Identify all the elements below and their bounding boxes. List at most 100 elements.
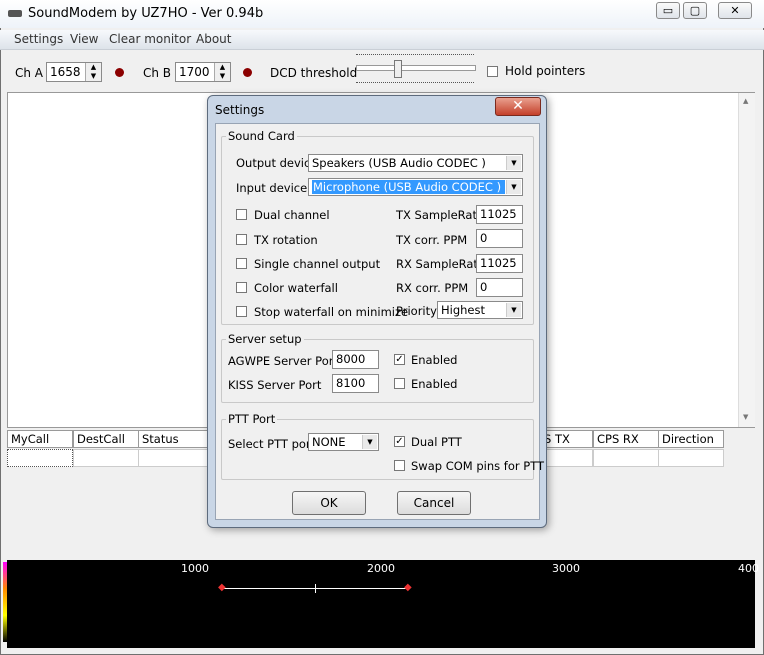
spinner-arrows-icon[interactable]: ▲ ▼ <box>85 63 101 81</box>
kiss-port-field[interactable]: 8100 <box>332 374 379 393</box>
dcd-threshold-label: DCD threshold <box>270 66 358 80</box>
agwpe-port-field[interactable]: 8000 <box>332 350 379 369</box>
dropdown-arrow-icon[interactable]: ▼ <box>506 156 521 170</box>
output-device-value: Speakers (USB Audio CODEC ) <box>312 156 486 170</box>
tick-4000: 400 <box>738 562 759 575</box>
table-cell[interactable] <box>73 449 139 467</box>
ptt-port-value: NONE <box>312 435 346 449</box>
app-icon <box>8 10 22 17</box>
monitor-scrollbar[interactable]: ▲ ▼ <box>738 93 755 427</box>
column-direction[interactable]: Direction <box>658 430 724 448</box>
rx-samplerate-label: RX SampleRate <box>396 257 486 271</box>
dropdown-arrow-icon[interactable]: ▼ <box>506 303 521 317</box>
cha-frequency-value: 1658 <box>50 65 81 79</box>
ptt-port-select[interactable]: NONE ▼ <box>308 433 379 451</box>
tx-corr-value: 0 <box>480 231 488 245</box>
column-status[interactable]: Status <box>138 430 208 448</box>
dialog-close-button[interactable]: ✕ <box>495 97 541 116</box>
tx-corr-field[interactable]: 0 <box>476 229 523 248</box>
priority-value: Highest <box>441 303 486 317</box>
stop-waterfall-checkbox[interactable] <box>236 306 247 317</box>
chb-frequency-spinner[interactable]: 1700 ▲ ▼ <box>175 62 231 82</box>
chb-marker-icon[interactable]: ◆ <box>404 582 412 594</box>
dual-ptt-label: Dual PTT <box>411 435 462 449</box>
priority-label: Priority <box>396 304 437 318</box>
swap-com-pins-label: Swap COM pins for PTT <box>411 459 545 473</box>
kiss-port-label: KISS Server Port <box>228 378 322 392</box>
chb-label: Ch B <box>143 66 172 80</box>
channel-center-tick <box>315 584 316 593</box>
single-channel-output-checkbox[interactable] <box>236 258 247 269</box>
hold-pointers-checkbox[interactable] <box>487 66 498 77</box>
select-ptt-port-label: Select PTT port <box>228 437 316 451</box>
scroll-down-icon[interactable]: ▼ <box>743 413 748 421</box>
column-mycall[interactable]: MyCall <box>7 430 73 448</box>
sound-card-group-title: Sound Card <box>226 129 297 143</box>
agwpe-enabled-checkbox[interactable]: ✓ <box>394 354 405 365</box>
rx-corr-label: RX corr. PPM <box>396 281 469 295</box>
rx-samplerate-field[interactable]: 11025 <box>476 254 523 273</box>
table-cell[interactable] <box>593 449 659 467</box>
menu-view[interactable]: View <box>70 32 98 46</box>
tick-2000: 2000 <box>367 562 395 575</box>
output-device-select[interactable]: Speakers (USB Audio CODEC ) ▼ <box>308 154 523 172</box>
chb-dcd-led <box>243 68 252 77</box>
tx-rotation-label: TX rotation <box>254 233 318 247</box>
color-waterfall-checkbox[interactable] <box>236 282 247 293</box>
cha-marker-icon[interactable]: ◆ <box>218 582 226 594</box>
menu-clear-monitor[interactable]: Clear monitor <box>109 32 191 46</box>
scroll-up-icon[interactable]: ▲ <box>743 97 748 105</box>
tx-samplerate-label: TX SampleRate <box>396 208 485 222</box>
ptt-port-group-title: PTT Port <box>226 412 278 426</box>
window-title: SoundModem by UZ7HO - Ver 0.94b <box>28 6 264 21</box>
tx-samplerate-field[interactable]: 11025 <box>476 205 523 224</box>
spinner-arrows-icon[interactable]: ▲ ▼ <box>214 63 230 81</box>
slider-thumb[interactable] <box>394 60 402 78</box>
kiss-port-value: 8100 <box>336 376 366 390</box>
column-cps-tx[interactable]: S TX <box>540 430 593 448</box>
hold-pointers-label: Hold pointers <box>505 64 586 78</box>
menu-about[interactable]: About <box>196 32 231 46</box>
rx-corr-value: 0 <box>480 280 488 294</box>
ok-button[interactable]: OK <box>292 491 366 515</box>
dual-ptt-checkbox[interactable]: ✓ <box>394 436 405 447</box>
table-cell[interactable] <box>138 449 208 467</box>
close-button[interactable]: ✕ <box>718 2 752 19</box>
column-cps-rx[interactable]: CPS RX <box>593 430 659 448</box>
agwpe-port-value: 8000 <box>336 352 366 366</box>
cha-frequency-spinner[interactable]: 1658 ▲ ▼ <box>46 62 102 82</box>
kiss-enabled-checkbox[interactable] <box>394 378 405 389</box>
dual-channel-checkbox[interactable] <box>236 209 247 220</box>
cancel-button[interactable]: Cancel <box>397 491 471 515</box>
color-waterfall-label: Color waterfall <box>254 281 338 295</box>
tx-rotation-checkbox[interactable] <box>236 234 247 245</box>
input-device-select[interactable]: Microphone (USB Audio CODEC ) ▼ <box>308 178 523 196</box>
menu-settings[interactable]: Settings <box>14 32 63 46</box>
input-device-label: Input device <box>236 181 308 195</box>
dropdown-arrow-icon[interactable]: ▼ <box>362 435 377 449</box>
maximize-button[interactable]: ▢ <box>683 2 707 19</box>
output-device-label: Output device <box>236 156 318 170</box>
priority-select[interactable]: Highest ▼ <box>437 301 523 319</box>
kiss-enabled-label: Enabled <box>411 377 458 391</box>
rx-corr-field[interactable]: 0 <box>476 278 523 297</box>
agwpe-enabled-label: Enabled <box>411 353 458 367</box>
spectrum-color-bar <box>3 562 7 642</box>
table-cell[interactable] <box>658 449 724 467</box>
swap-com-pins-checkbox[interactable] <box>394 460 405 471</box>
cha-label: Ch A <box>15 66 44 80</box>
tick-1000: 1000 <box>181 562 209 575</box>
table-row[interactable] <box>7 449 73 467</box>
rx-samplerate-value: 11025 <box>480 256 517 270</box>
server-setup-group <box>221 339 534 403</box>
minimize-button[interactable]: ▭ <box>656 2 680 19</box>
dropdown-arrow-icon[interactable]: ▼ <box>506 180 521 194</box>
cha-dcd-led <box>115 68 124 77</box>
dual-channel-label: Dual channel <box>254 208 330 222</box>
tx-samplerate-value: 11025 <box>480 207 517 221</box>
server-setup-group-title: Server setup <box>226 332 304 346</box>
tick-3000: 3000 <box>552 562 580 575</box>
dcd-threshold-slider[interactable] <box>356 54 476 86</box>
column-destcall[interactable]: DestCall <box>73 430 139 448</box>
table-cell[interactable] <box>540 449 593 467</box>
